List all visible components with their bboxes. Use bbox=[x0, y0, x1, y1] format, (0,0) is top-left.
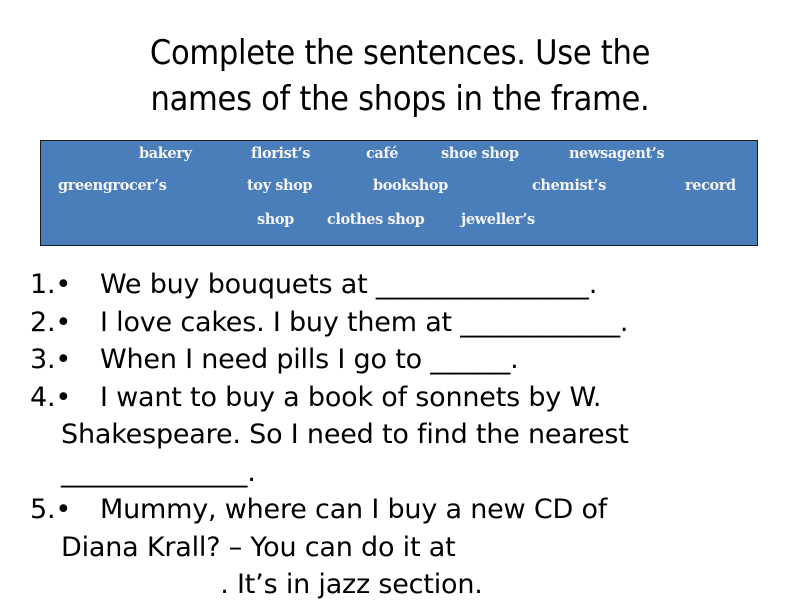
sentence-text: I want to buy a book of sonnets by W. bbox=[100, 381, 602, 413]
title-line-1: Complete the sentences. Use the bbox=[149, 33, 651, 73]
sentence-list: 1.• We buy bouquets at ________________.… bbox=[30, 266, 790, 604]
sentence-5: 5.• Mummy, where can I buy a new CD of D… bbox=[30, 491, 790, 604]
sentence-2: 2.• I love cakes. I buy them at ________… bbox=[30, 304, 790, 342]
word-jewellers: jeweller’s bbox=[461, 211, 535, 228]
sentence-number: 3.• bbox=[30, 344, 72, 375]
sentence-number: 5.• bbox=[30, 494, 72, 525]
sentence-answer-blank: ______________. bbox=[61, 456, 256, 488]
word-bakery: bakery bbox=[139, 145, 192, 162]
word-shop: shop bbox=[257, 211, 294, 228]
word-cafe: café bbox=[366, 145, 399, 162]
sentence-3: 3.• When I need pills I go to ______. bbox=[30, 341, 790, 379]
sentence-number: 1.• bbox=[30, 269, 72, 300]
sentence-text-continued: Diana Krall? – You can do it at bbox=[61, 531, 456, 563]
word-greengrocers: greengrocer’s bbox=[58, 177, 167, 194]
sentence-1: 1.• We buy bouquets at ________________. bbox=[30, 266, 790, 304]
word-florists: florist’s bbox=[251, 145, 311, 162]
word-clothes-shop: clothes shop bbox=[327, 211, 425, 228]
sentence-text: Mummy, where can I buy a new CD of bbox=[100, 494, 608, 525]
sentence-number: 2.• bbox=[30, 306, 72, 338]
word-bookshop: bookshop bbox=[373, 177, 448, 194]
sentence-text-continued: Shakespeare. So I need to find the neare… bbox=[61, 419, 629, 450]
title-line-2: names of the shops in the frame. bbox=[150, 79, 650, 119]
exercise-title: Complete the sentences. Use the names of… bbox=[0, 30, 800, 122]
word-toy-shop: toy shop bbox=[247, 177, 313, 194]
word-record: record bbox=[685, 177, 736, 194]
sentence-text: I love cakes. I buy them at ____________… bbox=[100, 306, 629, 338]
word-chemists: chemist’s bbox=[532, 177, 606, 194]
sentence-text: When I need pills I go to ______. bbox=[100, 344, 519, 375]
sentence-text-continued: . It’s in jazz section. bbox=[61, 569, 483, 600]
sentence-text: We buy bouquets at ________________. bbox=[100, 269, 598, 300]
word-shoe-shop: shoe shop bbox=[441, 145, 519, 162]
shop-names-frame: bakery florist’s café shoe shop newsagen… bbox=[40, 140, 758, 246]
word-newsagents: newsagent’s bbox=[569, 145, 665, 162]
sentence-number: 4.• bbox=[30, 381, 72, 413]
sentence-4: 4.• I want to buy a book of sonnets by W… bbox=[30, 379, 790, 492]
